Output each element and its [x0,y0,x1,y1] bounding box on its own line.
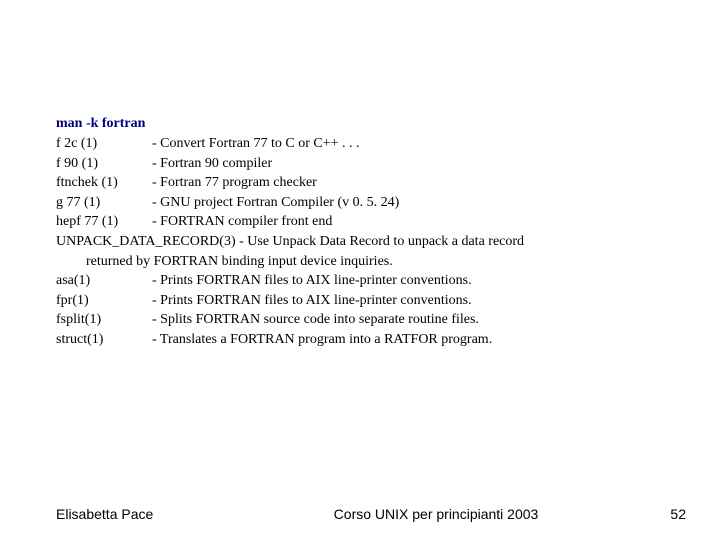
entry-desc: - Translates a FORTRAN program into a RA… [152,330,664,350]
entry-name: fsplit(1) [56,310,152,330]
wrapped-line-2: returned by FORTRAN binding input device… [56,252,664,272]
man-row: ftnchek (1) - Fortran 77 program checker [56,173,664,193]
man-row: fsplit(1) - Splits FORTRAN source code i… [56,310,664,330]
entry-desc: - FORTRAN compiler front end [152,212,664,232]
entry-name: ftnchek (1) [56,173,152,193]
footer-author: Elisabetta Pace [56,506,246,522]
man-row: struct(1) - Translates a FORTRAN program… [56,330,664,350]
man-row: f 90 (1) - Fortran 90 compiler [56,154,664,174]
man-row: asa(1) - Prints FORTRAN files to AIX lin… [56,271,664,291]
entry-name: f 90 (1) [56,154,152,174]
man-row: f 2c (1) - Convert Fortran 77 to C or C+… [56,134,664,154]
entry-name: g 77 (1) [56,193,152,213]
command-heading: man -k fortran [56,116,664,132]
man-row: fpr(1) - Prints FORTRAN files to AIX lin… [56,291,664,311]
entry-desc: - Splits FORTRAN source code into separa… [152,310,664,330]
entry-desc: - Convert Fortran 77 to C or C++ . . . [152,134,664,154]
entry-name: f 2c (1) [56,134,152,154]
entry-name: fpr(1) [56,291,152,311]
footer-course: Corso UNIX per principianti 2003 [246,506,626,522]
entry-desc: - Prints FORTRAN files to AIX line-print… [152,271,664,291]
entry-name: hepf 77 (1) [56,212,152,232]
man-row: g 77 (1) - GNU project Fortran Compiler … [56,193,664,213]
entry-desc: - Fortran 77 program checker [152,173,664,193]
slide-footer: Elisabetta Pace Corso UNIX per principia… [56,506,686,522]
footer-page-number: 52 [626,506,686,522]
man-row: hepf 77 (1) - FORTRAN compiler front end [56,212,664,232]
entry-desc: - Fortran 90 compiler [152,154,664,174]
wrapped-line-1: UNPACK_DATA_RECORD(3) - Use Unpack Data … [56,232,664,252]
entry-desc: - GNU project Fortran Compiler (v 0. 5. … [152,193,664,213]
entry-desc: - Prints FORTRAN files to AIX line-print… [152,291,664,311]
entry-name: asa(1) [56,271,152,291]
slide-content: man -k fortran f 2c (1) - Convert Fortra… [56,116,664,350]
entry-name: struct(1) [56,330,152,350]
